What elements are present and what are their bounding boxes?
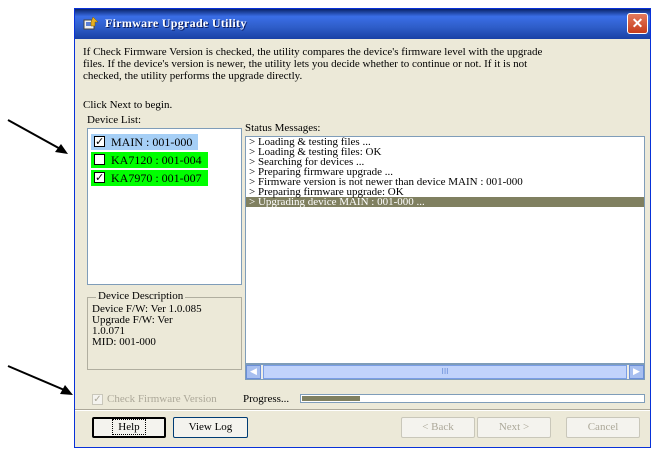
cancel-button-label: Cancel (587, 421, 619, 433)
progress-bar (300, 394, 645, 403)
intro-line: If Check Firmware Version is checked, th… (83, 46, 543, 58)
help-button[interactable]: Help (92, 417, 166, 438)
progress-fill (302, 396, 360, 401)
device-item-label: KA7970 : 001-007 (111, 171, 202, 185)
device-list[interactable]: ✓ MAIN : 001-000 KA7120 : 001-004 ✓ KA79… (87, 128, 242, 285)
horizontal-scrollbar[interactable]: ◀ III ▶ (245, 364, 645, 380)
cancel-button[interactable]: Cancel (566, 417, 640, 438)
device-description-title: Device Description (96, 290, 186, 302)
scroll-left-button[interactable]: ◀ (246, 365, 261, 379)
close-button[interactable]: ✕ (627, 13, 648, 34)
device-description-body: Device F/W: Ver 1.0.085 Upgrade F/W: Ver… (92, 304, 202, 348)
device-item-ka7970[interactable]: ✓ KA7970 : 001-007 (91, 170, 208, 186)
status-message-current: > Upgrading device MAIN : 001-000 ... (246, 197, 644, 208)
status-messages-list[interactable]: > Loading & testing files ... > Loading … (245, 136, 645, 364)
device-item-label: KA7120 : 001-004 (111, 153, 202, 167)
upgrade-app-icon (83, 16, 99, 30)
arrow-right-icon: ▶ (633, 367, 640, 377)
device-mid: MID: 001-000 (92, 336, 156, 348)
device-item-ka7120[interactable]: KA7120 : 001-004 (91, 152, 208, 168)
device-description-group: Device Description Device F/W: Ver 1.0.0… (87, 290, 242, 370)
intro-text: If Check Firmware Version is checked, th… (83, 46, 638, 82)
title-bar[interactable]: Firmware Upgrade Utility ✕ (75, 9, 650, 39)
view-log-button-label: View Log (188, 421, 233, 433)
view-log-button[interactable]: View Log (173, 417, 248, 438)
checkbox-box[interactable]: ✓ (92, 394, 103, 405)
firmware-upgrade-window: Firmware Upgrade Utility ✕ If Check Firm… (74, 8, 651, 448)
scroll-right-button[interactable]: ▶ (629, 365, 644, 379)
device-checkbox[interactable] (94, 154, 105, 165)
device-checkbox[interactable]: ✓ (94, 136, 105, 147)
next-button[interactable]: Next > (477, 417, 551, 438)
close-icon: ✕ (631, 15, 644, 31)
click-next-instruction: Click Next to begin. (83, 99, 173, 111)
device-item-main[interactable]: ✓ MAIN : 001-000 (91, 134, 199, 150)
back-button-label: < Back (422, 421, 454, 433)
window-title: Firmware Upgrade Utility (105, 16, 247, 30)
scroll-thumb[interactable]: III (263, 365, 627, 379)
grip-icon: III (441, 367, 449, 376)
intro-line: files. If the device's version is newer,… (83, 58, 528, 70)
device-item-label: MAIN : 001-000 (111, 135, 193, 149)
status-messages-label: Status Messages: (245, 122, 321, 134)
progress-label: Progress... (243, 393, 290, 405)
intro-line: checked, the utility performs the upgrad… (83, 70, 303, 82)
arrow-left-icon: ◀ (250, 367, 257, 377)
back-button[interactable]: < Back (401, 417, 475, 438)
next-button-label: Next > (498, 421, 530, 433)
device-list-label: Device List: (87, 114, 142, 126)
arrow-pointer-icon (7, 365, 73, 395)
arrow-pointer-icon (7, 119, 68, 154)
divider (75, 409, 650, 411)
help-button-label: Help (112, 419, 146, 435)
device-checkbox[interactable]: ✓ (94, 172, 105, 183)
check-firmware-version-label: Check Firmware Version (107, 393, 217, 405)
